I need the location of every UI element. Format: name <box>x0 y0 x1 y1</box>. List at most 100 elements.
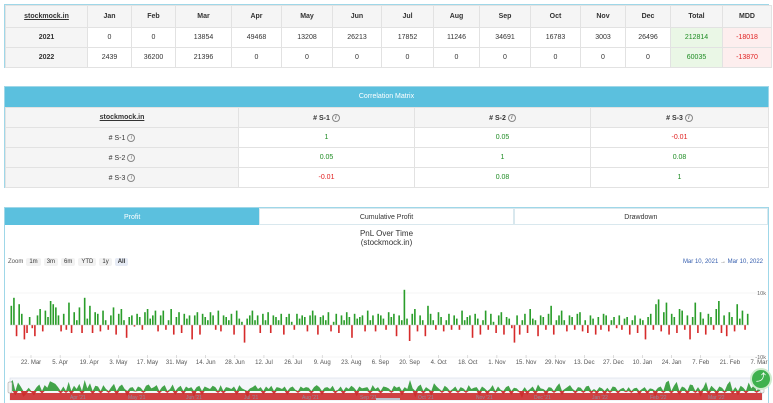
info-icon[interactable]: i <box>127 153 136 162</box>
pnl-bar <box>380 315 382 325</box>
pnl-bar <box>230 313 233 325</box>
pnl-bar <box>76 320 78 325</box>
pnl-bar <box>613 317 615 325</box>
pnl-bar <box>416 325 419 332</box>
correlation-col-header: # S-3 i <box>590 107 769 128</box>
zoom-all-button[interactable]: All <box>114 258 129 266</box>
pnl-bar <box>89 305 91 325</box>
pnl-bar <box>584 320 587 325</box>
pnl-bar <box>521 320 524 325</box>
pnl-bar <box>518 325 521 335</box>
pnl-bar <box>18 304 20 325</box>
pnl-bar <box>445 320 448 325</box>
pnl-bar <box>144 312 146 325</box>
pnl-bar <box>120 309 123 325</box>
summary-name-header[interactable]: stockmock.in <box>5 5 88 28</box>
pnl-bar <box>220 325 222 332</box>
pnl-bar <box>214 325 217 330</box>
pnl-bar <box>513 325 516 343</box>
pnl-bar <box>429 313 432 325</box>
pnl-bar <box>374 325 377 332</box>
info-icon[interactable]: i <box>507 113 516 122</box>
pnl-bar <box>442 325 445 332</box>
pnl-bar <box>188 315 191 325</box>
share-icon[interactable]: ⤴ <box>750 368 772 390</box>
navigator-scrollbar[interactable] <box>376 398 400 400</box>
pnl-bar <box>615 325 618 329</box>
pnl-bar <box>112 307 115 325</box>
month-value: 13208 <box>281 27 333 48</box>
info-icon[interactable]: i <box>127 133 136 142</box>
month-value: 0 <box>530 47 581 68</box>
zoom-6m-button[interactable]: 6m <box>61 258 76 266</box>
pnl-bar <box>398 315 400 325</box>
summary-row-2022: 2022 2439 36200 21396 0 0 0 0 0 0 0 0 0 … <box>5 47 772 68</box>
navigator-label: Oct '21 <box>418 395 434 401</box>
pnl-bar <box>269 325 272 333</box>
pnl-bar <box>555 320 558 325</box>
pnl-bar <box>330 325 332 332</box>
pnl-bar <box>264 320 267 325</box>
pnl-bar <box>563 320 566 325</box>
pnl-bar <box>212 315 214 325</box>
pnl-bar <box>623 318 626 325</box>
info-icon[interactable]: i <box>684 113 693 122</box>
month-header: Apr <box>231 5 282 28</box>
zoom-1m-button[interactable]: 1m <box>26 258 41 266</box>
pnl-bar <box>110 315 112 325</box>
pnl-bar <box>138 317 141 325</box>
pnl-bar <box>537 325 539 337</box>
pnl-bar <box>41 325 44 332</box>
pnl-bar <box>91 325 94 333</box>
pnl-bar <box>526 325 529 333</box>
pnl-bar <box>26 325 28 333</box>
pnl-bar <box>558 315 560 325</box>
total-value: 212814 <box>670 27 723 48</box>
pnl-bar <box>741 310 744 325</box>
pnl-bar <box>487 325 490 330</box>
tab-cumulative-profit[interactable]: Cumulative Profit <box>259 208 514 225</box>
pnl-bar <box>500 312 503 325</box>
range-from-input[interactable]: Mar 10, 2021 <box>683 259 718 265</box>
pnl-bar <box>424 325 427 337</box>
correlation-cell: 0.08 <box>590 147 769 168</box>
mdd-value: -13870 <box>722 47 772 68</box>
pnl-bar <box>594 325 597 335</box>
pnl-bar <box>571 317 573 325</box>
pnl-bar <box>217 310 220 325</box>
pnl-bar <box>644 325 647 340</box>
tab-profit[interactable]: Profit <box>5 208 260 225</box>
pnl-bar <box>602 313 605 325</box>
correlation-name-header[interactable]: stockmock.in <box>5 107 239 128</box>
pnl-bar <box>327 312 330 325</box>
zoom-1y-button[interactable]: 1y <box>99 258 112 266</box>
zoom-controls: Zoom 1m 3m 6m YTD 1y All <box>8 258 129 266</box>
correlation-cell: -0.01 <box>590 127 769 148</box>
x-tick-label: 23. Aug <box>341 360 361 366</box>
info-icon[interactable]: i <box>331 113 340 122</box>
zoom-ytd-button[interactable]: YTD <box>78 258 97 266</box>
tab-drawdown[interactable]: Drawdown <box>513 208 768 225</box>
pnl-bar <box>222 315 225 325</box>
navigator-left-handle[interactable] <box>7 381 13 394</box>
pnl-bar <box>589 315 592 325</box>
correlation-row: # S-1 i 1 0.05 -0.01 <box>5 127 769 148</box>
pnl-bar <box>697 325 699 333</box>
pnl-bar <box>628 325 631 335</box>
pnl-bar <box>275 317 277 325</box>
pnl-bar <box>542 317 545 325</box>
pnl-bar <box>15 325 18 337</box>
info-icon[interactable]: i <box>127 173 136 182</box>
pnl-bar <box>96 313 99 325</box>
x-tick-label: 28. Jun <box>225 360 245 366</box>
y-tick-label: 10k <box>757 291 766 297</box>
pnl-bar <box>94 312 96 325</box>
range-to-input[interactable]: Mar 10, 2022 <box>728 259 763 265</box>
x-tick-label: 13. Dec <box>574 360 595 366</box>
zoom-3m-button[interactable]: 3m <box>43 258 59 266</box>
pnl-bar <box>390 317 393 325</box>
pnl-bar <box>369 320 372 325</box>
pnl-bar <box>649 313 652 325</box>
navigator-label: Jun '21 <box>186 395 202 401</box>
navigator-label: Feb '22 <box>650 395 667 401</box>
